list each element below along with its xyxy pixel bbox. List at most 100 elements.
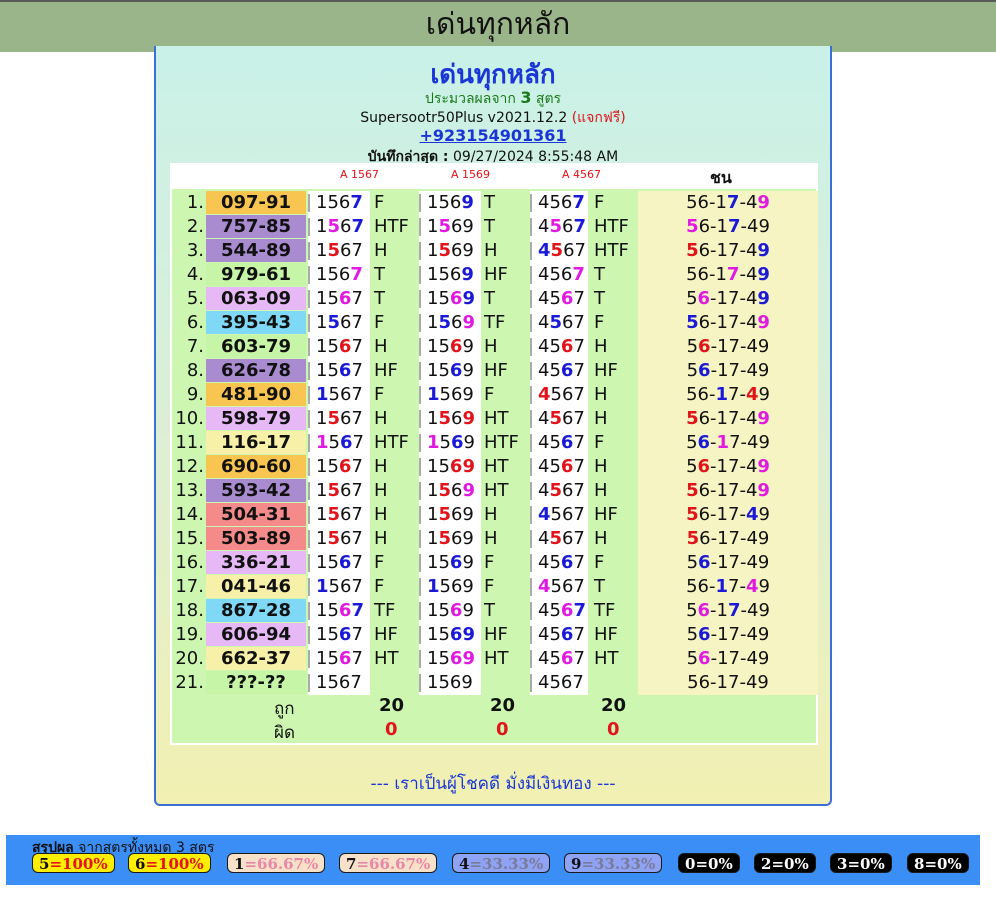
chon-value: 56-17-49 bbox=[638, 455, 818, 479]
hit-tag: HF bbox=[594, 624, 618, 645]
hit-tag: H bbox=[484, 504, 498, 525]
table-row: 13. 593-42 1567 H 1569 HT 4567 H 56-17-49 bbox=[174, 479, 818, 503]
formula-digits: 1569 bbox=[419, 407, 481, 431]
row-number: 14. bbox=[175, 504, 204, 525]
summary-pill: 8=0% bbox=[907, 853, 969, 873]
main-number: 662-37 bbox=[206, 647, 306, 670]
formula-digits: 1567 bbox=[308, 335, 370, 359]
row-number: 21. bbox=[175, 672, 204, 693]
formula-digits: 1569 bbox=[419, 383, 481, 407]
formula-digits: 4567 bbox=[530, 407, 588, 431]
row-number: 10. bbox=[175, 408, 204, 429]
main-number: 116-17 bbox=[206, 431, 306, 454]
row-number: 18. bbox=[175, 600, 204, 621]
correct-count: 20 bbox=[379, 695, 405, 716]
hit-tag: F bbox=[374, 552, 385, 573]
hit-tag: T bbox=[484, 216, 495, 237]
hit-tag: T bbox=[374, 288, 385, 309]
formula-digits: 1569 bbox=[419, 479, 481, 503]
chon-value: 56-17-49 bbox=[638, 407, 818, 431]
table-row: 15. 503-89 1567 H 1569 H 4567 H 56-17-49 bbox=[174, 527, 818, 551]
hit-tag: T bbox=[594, 264, 605, 285]
wrong-label: ผิด bbox=[274, 723, 296, 743]
main-number: 979-61 bbox=[206, 263, 306, 286]
hit-tag: TF bbox=[374, 600, 396, 621]
chon-value: 56-17-49 bbox=[638, 623, 818, 647]
formula-digits: 4567 bbox=[530, 215, 588, 239]
formula-digits: 1569 bbox=[419, 551, 481, 575]
formula-digits: 1567 bbox=[308, 287, 370, 311]
hit-tag: HT bbox=[374, 648, 399, 669]
formula-digits: 1567 bbox=[308, 503, 370, 527]
hit-tag: HF bbox=[484, 360, 508, 381]
hit-tag: H bbox=[374, 456, 388, 477]
hit-tag: H bbox=[594, 336, 608, 357]
formula-digits: 1569 bbox=[419, 311, 481, 335]
formula-digits: 1569 bbox=[419, 455, 481, 479]
summary-bar: สรุปผล จากสูตรทั้งหมด 3 สูตร 5=100% 6=100… bbox=[6, 835, 980, 885]
formula-digits: 1567 bbox=[308, 551, 370, 575]
formula-digits: 4567 bbox=[530, 599, 588, 623]
table-row: 1. 097-91 1567 F 1569 T 4567 F 56-17-49 bbox=[174, 191, 818, 215]
chon-value: 56-17-49 bbox=[638, 551, 818, 575]
table-row: 3. 544-89 1567 H 1569 H 4567 HTF 56-17-49 bbox=[174, 239, 818, 263]
hit-tag: TF bbox=[484, 312, 506, 333]
chon-value: 56-17-49 bbox=[638, 335, 818, 359]
row-number: 9. bbox=[186, 384, 204, 405]
hit-tag: T bbox=[594, 288, 605, 309]
column-header-a1567: A 1567 bbox=[340, 168, 380, 181]
hit-tag: H bbox=[594, 528, 608, 549]
formula-digits: 1567 bbox=[308, 599, 370, 623]
hit-tag: HTF bbox=[594, 216, 629, 237]
table-row: 20. 662-37 1567 HT 1569 HT 4567 HT 56-17-49 bbox=[174, 647, 818, 671]
row-number: 17. bbox=[175, 576, 204, 597]
formula-digits: 4567 bbox=[530, 479, 588, 503]
chon-value: 56-17-49 bbox=[638, 647, 818, 671]
chon-value: 56-17-49 bbox=[638, 599, 818, 623]
summary-pill: 2=0% bbox=[754, 853, 816, 873]
row-number: 5. bbox=[186, 288, 204, 309]
summary-pill: 4=33.33% bbox=[452, 853, 551, 873]
wrong-count: 0 bbox=[496, 719, 509, 740]
chon-value: 56-17-49 bbox=[638, 191, 818, 215]
main-number: 757-85 bbox=[206, 215, 306, 238]
formula-digits: 1569 bbox=[419, 359, 481, 383]
table-row: 10. 598-79 1567 H 1569 HT 4567 H 56-17-49 bbox=[174, 407, 818, 431]
main-number: 063-09 bbox=[206, 287, 306, 310]
row-number: 1. bbox=[186, 192, 204, 213]
formula-digits: 1569 bbox=[419, 239, 481, 263]
hit-tag: HF bbox=[374, 360, 398, 381]
hit-tag: H bbox=[374, 336, 388, 357]
hit-tag: H bbox=[374, 504, 388, 525]
hit-tag: HT bbox=[484, 480, 509, 501]
formula-digits: 4567 bbox=[530, 431, 588, 455]
summary-pill: 9=33.33% bbox=[564, 853, 663, 873]
phone-link[interactable]: +923154901361 bbox=[156, 126, 830, 145]
hit-tag: F bbox=[594, 312, 605, 333]
formula-digits: 1567 bbox=[308, 527, 370, 551]
column-header-a4567: A 4567 bbox=[562, 168, 602, 181]
summary-pill: 6=100% bbox=[128, 853, 211, 873]
slogan: --- เราเป็นผู้โชคดี มั่งมีเงินทอง --- bbox=[370, 774, 616, 794]
formula-digits: 1567 bbox=[308, 191, 370, 215]
formula-digits: 4567 bbox=[530, 647, 588, 671]
hit-tag: HF bbox=[484, 264, 508, 285]
column-header-a1569: A 1569 bbox=[451, 168, 491, 181]
formula-digits: 1569 bbox=[419, 503, 481, 527]
hit-tag: HF bbox=[374, 624, 398, 645]
correct-count: 20 bbox=[490, 695, 516, 716]
chon-value: 56-17-49 bbox=[638, 527, 818, 551]
wrong-count: 0 bbox=[607, 719, 620, 740]
main-number: 606-94 bbox=[206, 623, 306, 646]
formula-digits: 1567 bbox=[308, 479, 370, 503]
main-number: 603-79 bbox=[206, 335, 306, 358]
table-row: 12. 690-60 1567 H 1569 HT 4567 H 56-17-49 bbox=[174, 455, 818, 479]
formula-digits: 1567 bbox=[308, 239, 370, 263]
row-number: 13. bbox=[175, 480, 204, 501]
main-number: 336-21 bbox=[206, 551, 306, 574]
formula-digits: 4567 bbox=[530, 551, 588, 575]
row-number: 4. bbox=[186, 264, 204, 285]
formula-digits: 1569 bbox=[419, 263, 481, 287]
hit-tag: H bbox=[484, 528, 498, 549]
row-number: 2. bbox=[186, 216, 204, 237]
